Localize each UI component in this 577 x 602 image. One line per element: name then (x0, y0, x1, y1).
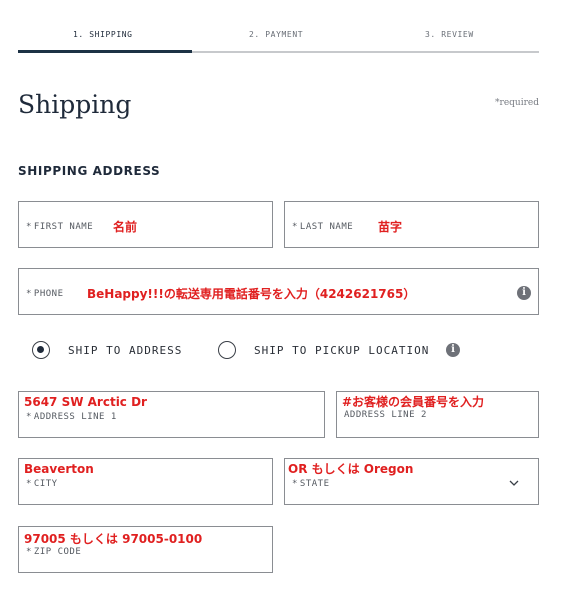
step-review[interactable]: 3. REVIEW (425, 30, 474, 39)
first-name-field[interactable]: * FIRST NAME 名前 (18, 201, 273, 248)
ship-to-address-label[interactable]: SHIP TO ADDRESS (68, 344, 182, 357)
zip-code-value: 97005 もしくは 97005-0100 (24, 532, 203, 546)
info-icon[interactable]: i (517, 286, 531, 300)
address-line-2-label: ADDRESS LINE 2 (344, 410, 427, 420)
page-title: Shipping (18, 90, 132, 119)
last-name-label: * LAST NAME (292, 222, 354, 232)
step-shipping[interactable]: 1. SHIPPING (73, 30, 133, 39)
phone-label: * PHONE (26, 289, 64, 299)
first-name-label: * FIRST NAME (26, 222, 94, 232)
zip-code-field[interactable]: 97005 もしくは 97005-0100 * ZIP CODE (18, 526, 273, 573)
section-title: SHIPPING ADDRESS (18, 164, 161, 178)
address-line-2-value: #お客様の会員番号を入力 (342, 395, 485, 409)
chevron-down-icon[interactable] (509, 478, 519, 488)
required-note: *required (495, 98, 539, 108)
step-payment[interactable]: 2. PAYMENT (249, 30, 303, 39)
step-progress-track (192, 51, 539, 53)
city-field[interactable]: Beaverton * CITY (18, 458, 273, 505)
state-select[interactable]: OR もしくは Oregon * STATE (284, 458, 539, 505)
zip-code-label: * ZIP CODE (26, 547, 82, 557)
city-label: * CITY (26, 479, 58, 489)
ship-to-pickup-label[interactable]: SHIP TO PICKUP LOCATION (254, 344, 429, 357)
address-line-1-field[interactable]: 5647 SW Arctic Dr * ADDRESS LINE 1 (18, 391, 325, 438)
address-line-1-value: 5647 SW Arctic Dr (24, 395, 147, 409)
last-name-field[interactable]: * LAST NAME 苗字 (284, 201, 539, 248)
state-label: * STATE (292, 479, 330, 489)
address-line-2-field[interactable]: #お客様の会員番号を入力 ADDRESS LINE 2 (336, 391, 539, 438)
last-name-value: 苗字 (378, 220, 403, 234)
ship-to-address-radio[interactable] (32, 341, 50, 359)
info-icon[interactable]: i (446, 343, 460, 357)
state-value: OR もしくは Oregon (288, 462, 414, 476)
step-progress-active (18, 50, 192, 53)
phone-value: BeHappy!!!の転送専用電話番号を入力（4242621765） (87, 287, 416, 301)
city-value: Beaverton (24, 462, 94, 476)
address-line-1-label: * ADDRESS LINE 1 (26, 412, 117, 422)
phone-field[interactable]: * PHONE BeHappy!!!の転送専用電話番号を入力（4242621765… (18, 268, 539, 315)
ship-to-pickup-radio[interactable] (218, 341, 236, 359)
radio-selected-dot (37, 346, 44, 353)
first-name-value: 名前 (113, 220, 138, 234)
